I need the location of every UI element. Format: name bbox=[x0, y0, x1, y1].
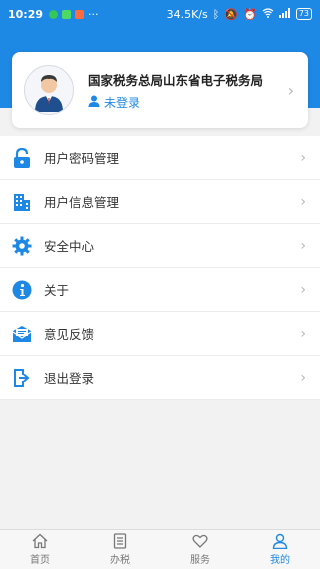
heart-icon bbox=[192, 534, 208, 548]
menu-item-feedback[interactable]: 意见反馈 › bbox=[0, 312, 320, 356]
info-icon bbox=[12, 280, 32, 300]
app-notification-icon bbox=[49, 9, 59, 19]
mail-icon bbox=[12, 324, 32, 344]
user-icon bbox=[272, 533, 288, 549]
wifi-icon bbox=[262, 7, 274, 21]
battery-icon: 73 bbox=[295, 8, 312, 20]
menu-item-password[interactable]: 用户密码管理 › bbox=[0, 136, 320, 180]
org-name: 国家税务总局山东省电子税务局 bbox=[88, 72, 264, 88]
chevron-right-icon: › bbox=[300, 149, 306, 166]
menu-item-about[interactable]: 关于 › bbox=[0, 268, 320, 312]
building-icon bbox=[12, 192, 32, 212]
tab-home[interactable]: 首页 bbox=[0, 530, 80, 569]
chevron-right-icon: › bbox=[300, 369, 306, 386]
mute-icon: 🔕 bbox=[224, 7, 239, 21]
menu-label: 安全中心 bbox=[44, 239, 95, 254]
gear-icon bbox=[12, 236, 32, 256]
tab-service[interactable]: 服务 bbox=[160, 530, 240, 569]
login-status-label: 未登录 bbox=[104, 95, 141, 110]
chevron-right-icon: › bbox=[300, 193, 306, 210]
more-icon: ··· bbox=[88, 7, 99, 21]
menu-item-user-info[interactable]: 用户信息管理 › bbox=[0, 180, 320, 224]
profile-card[interactable]: 国家税务总局山东省电子税务局 未登录 › bbox=[12, 52, 308, 128]
bluetooth-icon: ᛒ bbox=[212, 7, 220, 21]
tab-mine[interactable]: 我的 bbox=[240, 530, 320, 569]
menu-label: 意见反馈 bbox=[44, 327, 95, 342]
menu-label: 关于 bbox=[44, 283, 70, 298]
status-bar: 10:29 ··· 34.5K/s ᛒ 🔕 ⏰ 73 bbox=[0, 0, 320, 28]
home-icon bbox=[32, 533, 48, 549]
login-status[interactable]: 未登录 bbox=[88, 94, 263, 111]
tab-label: 首页 bbox=[30, 555, 50, 566]
menu-label: 用户密码管理 bbox=[44, 151, 120, 166]
tab-label: 我的 bbox=[270, 555, 290, 566]
menu-item-security[interactable]: 安全中心 › bbox=[0, 224, 320, 268]
alarm-icon: ⏰ bbox=[243, 7, 257, 21]
bottom-tab-bar: 首页 办税 服务 我的 bbox=[0, 529, 320, 569]
status-time: 10:29 bbox=[8, 7, 44, 21]
settings-menu: 用户密码管理 › 用户信息管理 › 安全中心 › 关于 › 意见反馈 › 退出登… bbox=[0, 136, 320, 400]
avatar bbox=[24, 65, 74, 115]
document-icon bbox=[113, 533, 127, 549]
network-speed: 34.5K/s bbox=[166, 7, 208, 21]
menu-label: 用户信息管理 bbox=[44, 195, 120, 210]
chevron-right-icon: › bbox=[300, 281, 306, 298]
logout-icon bbox=[12, 368, 32, 388]
menu-item-logout[interactable]: 退出登录 › bbox=[0, 356, 320, 400]
chevron-right-icon: › bbox=[300, 237, 306, 254]
chevron-right-icon: › bbox=[300, 325, 306, 342]
tab-label: 服务 bbox=[190, 555, 210, 566]
lock-icon bbox=[12, 147, 32, 168]
menu-label: 退出登录 bbox=[44, 371, 95, 386]
signal-icon bbox=[278, 7, 291, 21]
wechat-icon bbox=[62, 9, 72, 19]
tab-tax[interactable]: 办税 bbox=[80, 530, 160, 569]
app-notification-icon-2 bbox=[75, 9, 85, 19]
chevron-right-icon: › bbox=[287, 80, 294, 100]
tab-label: 办税 bbox=[110, 555, 130, 566]
user-icon bbox=[88, 95, 100, 110]
